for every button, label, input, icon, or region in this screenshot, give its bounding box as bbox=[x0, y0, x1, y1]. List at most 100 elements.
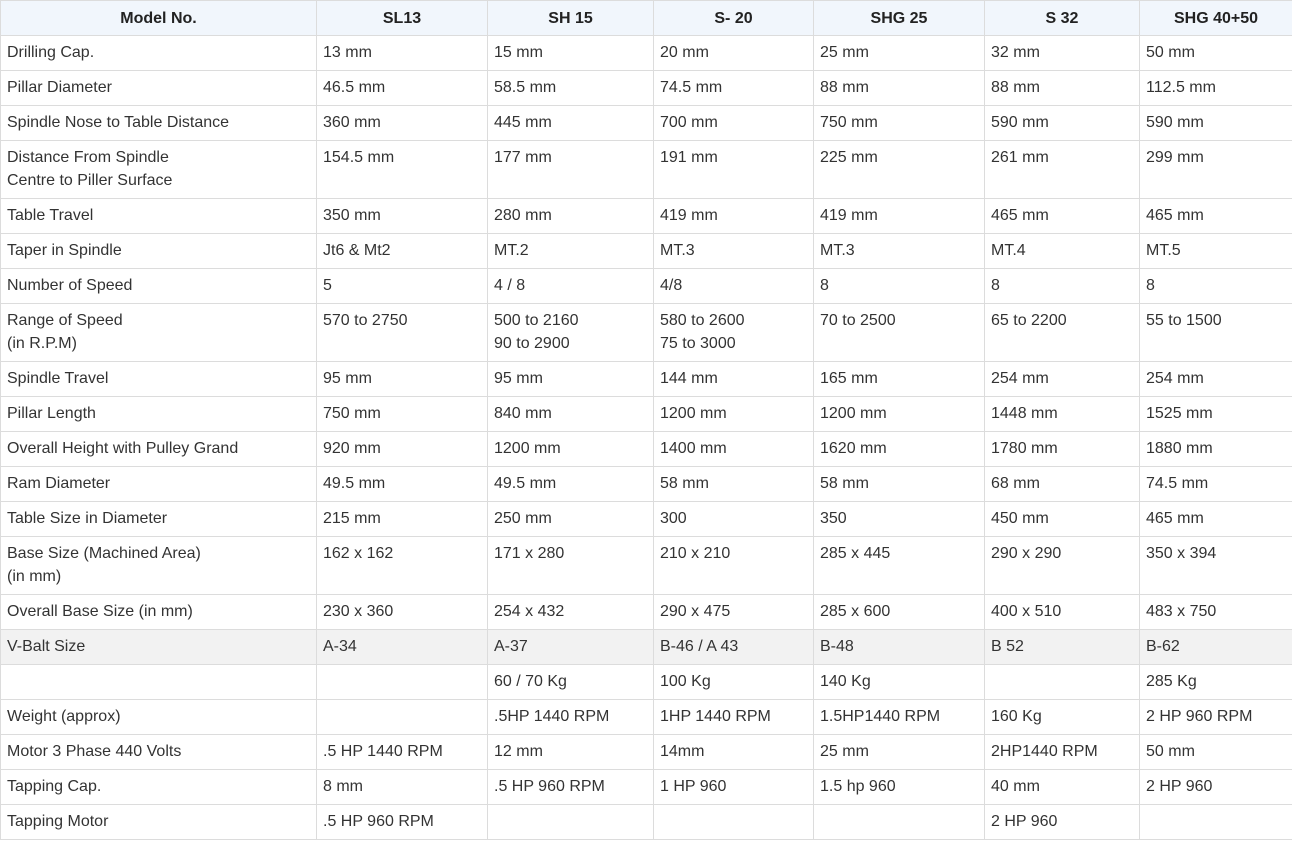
spec-value-text: 20 mm bbox=[660, 44, 709, 61]
spec-value-text: 419 mm bbox=[660, 207, 718, 224]
spec-value-cell bbox=[487, 804, 654, 840]
spec-value-text: 8 mm bbox=[323, 778, 363, 795]
spec-value-text: MT.2 bbox=[494, 242, 529, 259]
row-label-cell: Weight (approx) bbox=[0, 699, 317, 735]
spec-value-cell: 140 Kg bbox=[813, 664, 985, 700]
spec-value-cell: 1HP 1440 RPM bbox=[653, 699, 814, 735]
spec-value-cell: 2HP1440 RPM bbox=[984, 734, 1140, 770]
header-shg40-50: SHG 40+50 bbox=[1139, 0, 1292, 36]
spec-value-text: 465 mm bbox=[991, 207, 1049, 224]
table-row: Overall Base Size (in mm) 230 x 360 254 x … bbox=[0, 594, 1292, 630]
spec-value-cell: 254 mm bbox=[984, 361, 1140, 397]
row-label-text: Spindle Nose to Table Distance bbox=[7, 114, 230, 131]
row-label-cell: Table Travel bbox=[0, 198, 317, 234]
header-shg25: SHG 25 bbox=[813, 0, 985, 36]
spec-value-text: 112.5 mm bbox=[1146, 79, 1216, 96]
spec-value-text: 261 mm bbox=[991, 149, 1049, 166]
spec-value-text: 700 mm bbox=[660, 114, 718, 131]
row-label-cell: Overall Base Size (in mm) bbox=[0, 594, 317, 630]
spec-value-text: 8 bbox=[1146, 277, 1155, 294]
row-label-cell: Spindle Nose to Table Distance bbox=[0, 105, 317, 141]
spec-value-text: 60 / 70 Kg bbox=[494, 673, 567, 690]
table-row: Pillar Length 750 mm 840 mm 1200 mm 1200 mm 1… bbox=[0, 396, 1292, 432]
row-label-cell: Tapping Cap. bbox=[0, 769, 317, 805]
spec-value-text: 75 to 3000 bbox=[660, 335, 736, 352]
spec-value-cell: MT.2 bbox=[487, 233, 654, 269]
spec-value-text: 58 mm bbox=[660, 475, 709, 492]
row-label-text: Tapping Cap. bbox=[7, 778, 102, 795]
table-row: Drilling Cap. 13 mm 15 mm 20 mm 25 mm 32 mm 50… bbox=[0, 35, 1292, 71]
spec-value-text: 13 mm bbox=[323, 44, 372, 61]
spec-value-cell: 8 bbox=[813, 268, 985, 304]
spec-value-text: 1880 mm bbox=[1146, 440, 1213, 457]
spec-value-cell: 95 mm bbox=[316, 361, 488, 397]
spec-value-cell: 285 Kg bbox=[1139, 664, 1292, 700]
spec-value-cell: 70 to 2500 bbox=[813, 303, 985, 362]
table-row: Table Size in Diameter 215 mm 250 mm 300 350… bbox=[0, 501, 1292, 537]
row-label-cell: Spindle Travel bbox=[0, 361, 317, 397]
spec-value-text: A-37 bbox=[494, 638, 528, 655]
spec-value-text: 254 mm bbox=[991, 370, 1049, 387]
spec-value-text: 100 Kg bbox=[660, 673, 711, 690]
spec-value-cell: .5 HP 1440 RPM bbox=[316, 734, 488, 770]
spec-value-text: B-48 bbox=[820, 638, 854, 655]
spec-value-text: MT.3 bbox=[660, 242, 695, 259]
spec-value-text: 95 mm bbox=[494, 370, 543, 387]
spec-value-cell: 299 mm bbox=[1139, 140, 1292, 199]
spec-value-text: 25 mm bbox=[820, 743, 869, 760]
spec-value-cell: 162 x 162 bbox=[316, 536, 488, 595]
spec-value-cell: 483 x 750 bbox=[1139, 594, 1292, 630]
spec-value-cell: 25 mm bbox=[813, 734, 985, 770]
spec-value-cell: 144 mm bbox=[653, 361, 814, 397]
spec-value-cell: 2 HP 960 bbox=[1139, 769, 1292, 805]
row-label-cell: Base Size (Machined Area) (in mm) bbox=[0, 536, 317, 595]
spec-value-cell: 419 mm bbox=[813, 198, 985, 234]
spec-value-text: 1.5 hp 960 bbox=[820, 778, 896, 795]
spec-value-cell: 58.5 mm bbox=[487, 70, 654, 106]
spec-value-cell: 1780 mm bbox=[984, 431, 1140, 467]
spec-value-text: 191 mm bbox=[660, 149, 718, 166]
spec-value-text: 570 to 2750 bbox=[323, 312, 408, 329]
spec-value-cell bbox=[316, 664, 488, 700]
spec-value-text: .5 HP 1440 RPM bbox=[323, 743, 443, 760]
spec-value-text: 350 bbox=[820, 510, 847, 527]
row-label-text: Distance From Spindle bbox=[7, 149, 169, 166]
spec-value-text: 254 mm bbox=[1146, 370, 1204, 387]
spec-value-cell: 8 bbox=[1139, 268, 1292, 304]
spec-value-text: MT.3 bbox=[820, 242, 855, 259]
spec-value-text: 8 bbox=[991, 277, 1000, 294]
row-label-text: Number of Speed bbox=[7, 277, 133, 294]
row-label-cell: Distance From Spindle Centre to Piller Su… bbox=[0, 140, 317, 199]
spec-value-cell: 1400 mm bbox=[653, 431, 814, 467]
spec-value-cell: 32 mm bbox=[984, 35, 1140, 71]
spec-value-cell: 4 / 8 bbox=[487, 268, 654, 304]
row-label-cell: Overall Height with Pulley Grand bbox=[0, 431, 317, 467]
spec-value-cell: 58 mm bbox=[813, 466, 985, 502]
spec-value-cell bbox=[984, 664, 1140, 700]
spec-value-text: 2HP1440 RPM bbox=[991, 743, 1098, 760]
spec-value-cell: 590 mm bbox=[984, 105, 1140, 141]
spec-value-text: 74.5 mm bbox=[660, 79, 723, 96]
header-sl13: SL13 bbox=[316, 0, 488, 36]
spec-value-cell: 750 mm bbox=[813, 105, 985, 141]
row-label-cell: Pillar Diameter bbox=[0, 70, 317, 106]
table-row: Tapping Motor .5 HP 960 RPM 2 HP 960 bbox=[0, 804, 1292, 840]
spec-value-cell: 14mm bbox=[653, 734, 814, 770]
spec-value-text: 1525 mm bbox=[1146, 405, 1213, 422]
spec-value-cell bbox=[813, 804, 985, 840]
spec-value-text: 2 HP 960 bbox=[991, 813, 1058, 830]
spec-value-cell: 25 mm bbox=[813, 35, 985, 71]
spec-value-cell: 68 mm bbox=[984, 466, 1140, 502]
spec-value-cell: 49.5 mm bbox=[487, 466, 654, 502]
spec-value-cell: 300 bbox=[653, 501, 814, 537]
spec-value-text: 1448 mm bbox=[991, 405, 1058, 422]
spec-value-cell: 74.5 mm bbox=[1139, 466, 1292, 502]
spec-value-cell: 1620 mm bbox=[813, 431, 985, 467]
spec-value-cell: 40 mm bbox=[984, 769, 1140, 805]
spec-value-text: 1200 mm bbox=[820, 405, 887, 422]
spec-value-text: 70 to 2500 bbox=[820, 312, 896, 329]
spec-value-text: 49.5 mm bbox=[323, 475, 386, 492]
table-header: Model No. SL13 SH 15 S- 20 SHG 25 S 32 S… bbox=[0, 0, 1292, 36]
spec-value-text: 419 mm bbox=[820, 207, 878, 224]
spec-value-text: 177 mm bbox=[494, 149, 552, 166]
